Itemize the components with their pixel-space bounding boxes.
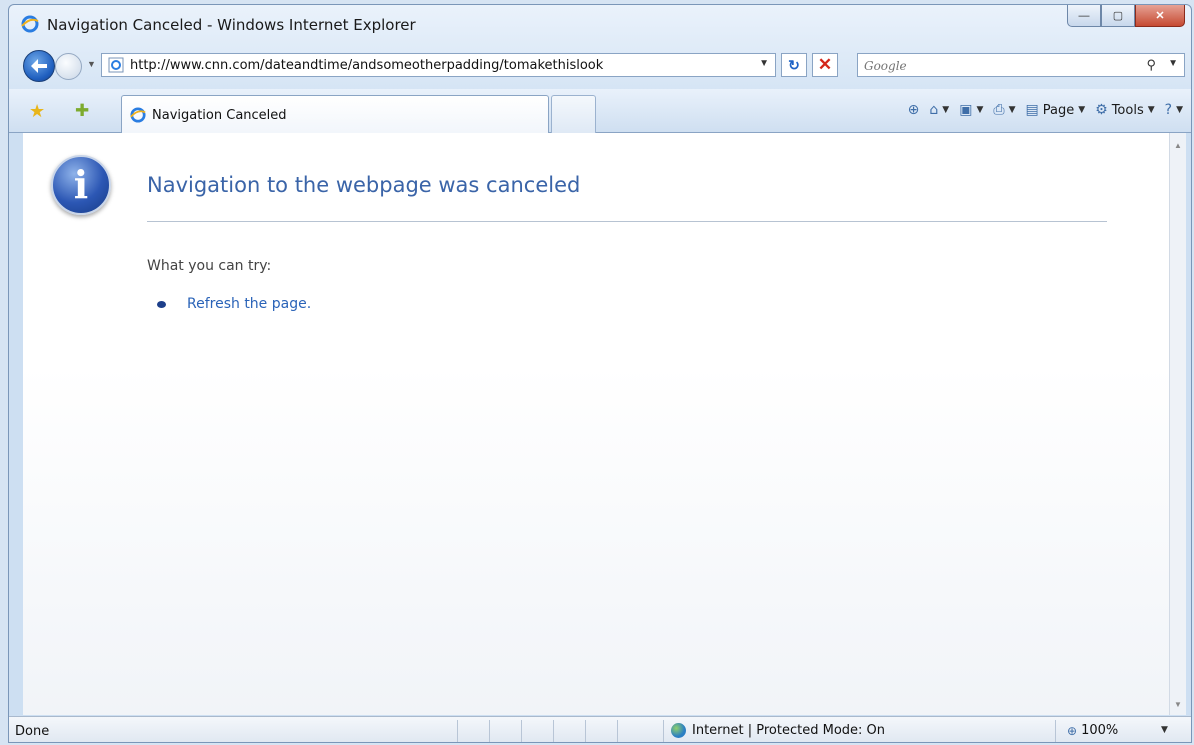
stop-icon: ✕ [817, 55, 833, 74]
help-icon: ? [1164, 102, 1173, 118]
scroll-down-icon[interactable]: ▼ [1174, 700, 1182, 709]
tab-label: Navigation Canceled [152, 108, 287, 123]
refresh-button[interactable]: ↻ [781, 53, 807, 77]
gear-icon: ⚙ [1095, 102, 1108, 118]
feeds-button[interactable]: ⊕ [908, 102, 920, 118]
status-divider [489, 720, 490, 742]
zoom-level: 100% [1081, 723, 1119, 738]
try-label: What you can try: [147, 258, 272, 274]
rss-icon: ▣ [959, 102, 973, 118]
window-title: Navigation Canceled - Windows Internet E… [47, 16, 416, 34]
status-divider [521, 720, 522, 742]
status-divider [1055, 720, 1056, 742]
title-bar: Navigation Canceled - Windows Internet E… [9, 5, 1191, 43]
search-box[interactable]: ⚲ ▼ [857, 53, 1185, 77]
chevron-down-icon: ▼ [976, 105, 984, 115]
command-bar: ⊕ ⌂ ▼ ▣ ▼ ⎙ ▼ ▤ Page ▼ ⚙ Tools ▼ ? ▼ [908, 102, 1183, 118]
info-icon: i [51, 155, 111, 215]
zone-text: Internet | Protected Mode: On [692, 723, 886, 738]
home-icon: ⌂ [929, 102, 939, 118]
minimize-icon: — [1078, 9, 1090, 22]
status-bar: Done Internet | Protected Mode: On ⊕ 100… [9, 716, 1191, 742]
bullet-icon [157, 301, 166, 308]
search-icon[interactable]: ⚲ [1146, 57, 1156, 73]
address-bar[interactable]: http://www.cnn.com/dateandtime/andsomeot… [101, 53, 776, 77]
minimize-button[interactable]: — [1067, 5, 1101, 27]
print-button[interactable]: ⎙ ▼ [993, 102, 1015, 118]
divider [147, 221, 1107, 222]
search-input[interactable] [862, 56, 1126, 76]
stop-button[interactable]: ✕ [812, 53, 838, 77]
chevron-down-icon: ▼ [942, 105, 950, 115]
tools-menu-label: Tools [1111, 102, 1144, 118]
zoom-dropdown-icon[interactable]: ▼ [1161, 725, 1168, 735]
refresh-page-link[interactable]: Refresh the page. [187, 296, 311, 312]
status-divider [457, 720, 458, 742]
refresh-icon: ↻ [788, 57, 800, 73]
zoom-icon: ⊕ [1067, 723, 1078, 738]
ie-logo-icon [130, 107, 146, 123]
zoom-control[interactable]: ⊕ 100% [1067, 723, 1118, 738]
chevron-down-icon: ▼ [1078, 105, 1086, 115]
home-button[interactable]: ⌂ ▼ [929, 102, 949, 118]
page-icon: ▤ [1025, 102, 1039, 118]
print-icon: ⎙ [993, 102, 1005, 118]
back-button[interactable] [23, 50, 55, 82]
status-divider [617, 720, 618, 742]
close-button[interactable]: ✕ [1135, 5, 1185, 27]
help-button[interactable]: ? ▼ [1165, 102, 1183, 118]
scroll-up-icon[interactable]: ▲ [1174, 141, 1182, 150]
chevron-down-icon: ▼ [1008, 105, 1016, 115]
forward-button[interactable] [55, 53, 82, 80]
address-dropdown-icon[interactable]: ▼ [759, 58, 769, 69]
page-content: i Navigation to the webpage was canceled… [23, 133, 1169, 715]
new-tab-button[interactable] [551, 95, 596, 133]
caption-buttons: — ▢ ✕ [1067, 5, 1185, 27]
chevron-down-icon: ▼ [1176, 105, 1183, 115]
chevron-down-icon: ▼ [1147, 105, 1155, 115]
address-row: ▼ http://www.cnn.com/dateandtime/andsome… [9, 45, 1191, 87]
rss-button[interactable]: ▣ ▼ [959, 102, 983, 118]
vertical-scrollbar[interactable]: ▲ ▼ [1169, 133, 1186, 715]
address-url[interactable]: http://www.cnn.com/dateandtime/andsomeot… [130, 58, 603, 73]
security-zone[interactable]: Internet | Protected Mode: On [671, 723, 885, 738]
status-divider [585, 720, 586, 742]
recent-pages-dropdown[interactable]: ▼ [87, 59, 96, 69]
maximize-icon: ▢ [1112, 10, 1124, 22]
add-star-icon[interactable]: ✚ [75, 101, 89, 121]
page-menu-button[interactable]: ▤ Page ▼ [1025, 102, 1085, 118]
browser-window: Navigation Canceled - Windows Internet E… [8, 4, 1192, 743]
close-icon: ✕ [1155, 10, 1165, 22]
status-divider [663, 720, 664, 742]
maximize-button[interactable]: ▢ [1101, 5, 1135, 27]
status-divider [553, 720, 554, 742]
status-text: Done [15, 724, 50, 739]
page-title: Navigation to the webpage was canceled [147, 173, 581, 197]
feeds-icon: ⊕ [907, 102, 920, 118]
tools-menu-button[interactable]: ⚙ Tools ▼ [1095, 102, 1155, 118]
search-dropdown-icon[interactable]: ▼ [1168, 58, 1178, 69]
globe-icon [671, 723, 686, 738]
star-icon[interactable]: ★ [29, 101, 45, 122]
ie-logo-icon [21, 15, 39, 33]
tab-row: ★ ✚ Navigation Canceled ⊕ ⌂ ▼ ▣ ▼ ⎙ ▼ ▤ Page… [9, 89, 1191, 133]
page-menu-label: Page [1042, 102, 1075, 118]
tab-navigation-canceled[interactable]: Navigation Canceled [121, 95, 549, 133]
page-icon [108, 57, 124, 73]
back-arrow-icon [31, 59, 47, 73]
